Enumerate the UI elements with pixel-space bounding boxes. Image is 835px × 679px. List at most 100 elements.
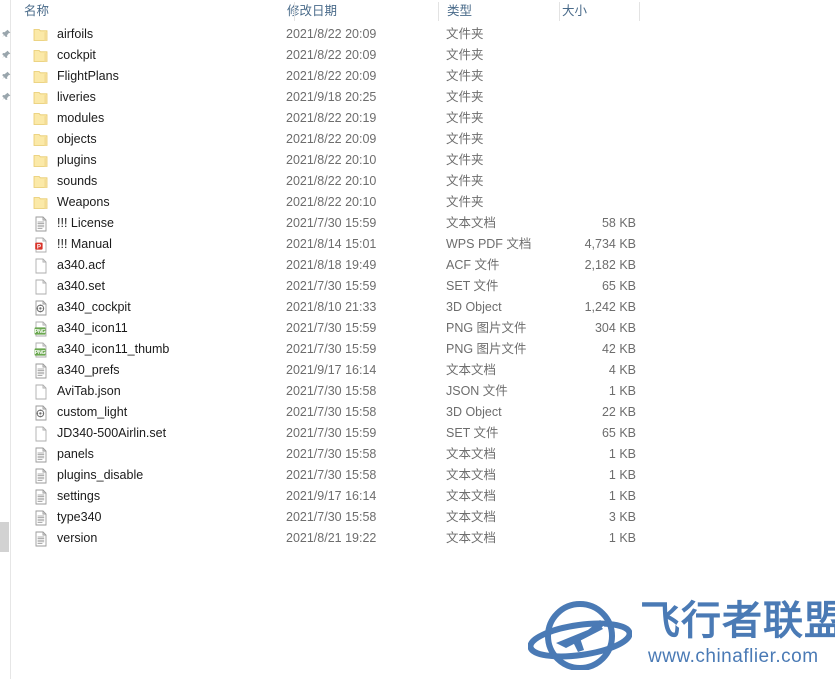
column-header-type[interactable]: 类型 (447, 0, 552, 22)
file-name-cell[interactable]: a340.acf (33, 255, 105, 276)
file-name-label: a340_icon11_thumb (57, 342, 170, 356)
file-row[interactable]: sounds 2021/8/22 20:10 文件夹 (11, 171, 835, 192)
file-row[interactable]: JD340-500Airlin.set 2021/7/30 15:59 SET 文件… (11, 423, 835, 444)
file-name-cell[interactable]: airfoils (33, 24, 93, 45)
column-divider-2[interactable] (438, 2, 439, 21)
file-name-cell[interactable]: type340 (33, 507, 101, 528)
file-date-cell: 2021/8/14 15:01 (286, 237, 377, 251)
file-size-cell: 1,242 KB (584, 300, 636, 314)
file-row[interactable]: plugins_disable 2021/7/30 15:58 文本文档 1 KB (11, 465, 835, 486)
file-row[interactable]: a340.set 2021/7/30 15:59 SET 文件 65 KB (11, 276, 835, 297)
file-row[interactable]: version 2021/8/21 19:22 文本文档 1 KB (11, 528, 835, 549)
file-name-cell[interactable]: a340_prefs (33, 360, 120, 381)
folder-icon (33, 69, 49, 85)
watermark-url: www.chinaflier.com (648, 646, 819, 667)
file-name-label: sounds (57, 174, 98, 188)
text-document-icon (33, 216, 49, 232)
file-row[interactable]: airfoils 2021/8/22 20:09 文件夹 (11, 24, 835, 45)
file-name-cell[interactable]: plugins_disable (33, 465, 143, 486)
file-name-label: Weapons (57, 195, 110, 209)
file-size-cell: 42 KB (601, 342, 636, 356)
file-name-cell[interactable]: settings (33, 486, 100, 507)
file-type-cell: 文本文档 (446, 363, 497, 377)
object-3d-icon (33, 300, 49, 316)
file-row[interactable]: Weapons 2021/8/22 20:10 文件夹 (11, 192, 835, 213)
column-header-date[interactable]: 修改日期 (287, 0, 427, 22)
file-row[interactable]: AviTab.json 2021/7/30 15:58 JSON 文件 1 KB (11, 381, 835, 402)
file-name-cell[interactable]: plugins (33, 150, 97, 171)
file-type-cell: PNG 图片文件 (446, 342, 527, 356)
file-date-cell: 2021/9/17 16:14 (286, 489, 377, 503)
file-row[interactable]: modules 2021/8/22 20:19 文件夹 (11, 108, 835, 129)
file-name-cell[interactable]: FlightPlans (33, 66, 119, 87)
file-row[interactable]: objects 2021/8/22 20:09 文件夹 (11, 129, 835, 150)
file-size-cell (543, 66, 636, 87)
file-name-cell[interactable]: sounds (33, 171, 97, 192)
pin-icon[interactable] (1, 71, 11, 83)
file-name-cell[interactable]: modules (33, 108, 104, 129)
file-name-label: cockpit (57, 48, 96, 62)
file-row[interactable]: type340 2021/7/30 15:58 文本文档 3 KB (11, 507, 835, 528)
object-3d-icon (33, 405, 49, 421)
file-row[interactable]: settings 2021/9/17 16:14 文本文档 1 KB (11, 486, 835, 507)
file-row[interactable]: cockpit 2021/8/22 20:09 文件夹 (11, 45, 835, 66)
file-date-cell: 2021/9/18 20:25 (286, 90, 377, 104)
file-type-cell: 文件夹 (446, 69, 484, 83)
file-size-cell: 1 KB (608, 384, 636, 398)
file-name-cell[interactable]: a340.set (33, 276, 105, 297)
file-size-cell: 58 KB (601, 216, 636, 230)
file-name-cell[interactable]: AviTab.json (33, 381, 121, 402)
file-type-cell: 文本文档 (446, 510, 497, 524)
file-name-cell[interactable]: custom_light (33, 402, 127, 423)
file-row[interactable]: a340_prefs 2021/9/17 16:14 文本文档 4 KB (11, 360, 835, 381)
pin-icon[interactable] (1, 92, 11, 104)
file-name-cell[interactable]: Weapons (33, 192, 110, 213)
file-type-cell: 文本文档 (446, 489, 497, 503)
file-name-cell[interactable]: objects (33, 129, 97, 150)
file-name-cell[interactable]: !!! License (33, 213, 114, 234)
file-size-cell: 65 KB (601, 426, 636, 440)
file-date-cell: 2021/7/30 15:58 (286, 468, 377, 482)
file-row[interactable]: P !!! Manual 2021/8/14 15:01 WPS PDF 文档 4,73… (11, 234, 835, 255)
file-row[interactable]: !!! License 2021/7/30 15:59 文本文档 58 KB (11, 213, 835, 234)
file-row[interactable]: plugins 2021/8/22 20:10 文件夹 (11, 150, 835, 171)
file-name-cell[interactable]: cockpit (33, 45, 96, 66)
file-row[interactable]: custom_light 2021/7/30 15:58 3D Object 22 K… (11, 402, 835, 423)
column-divider-1[interactable] (294, 2, 295, 21)
vertical-scrollbar-thumb[interactable] (0, 522, 9, 552)
file-row[interactable]: a340.acf 2021/8/18 19:49 ACF 文件 2,182 KB (11, 255, 835, 276)
file-name-cell[interactable]: JD340-500Airlin.set (33, 423, 166, 444)
file-name-label: a340_cockpit (57, 300, 131, 314)
file-name-cell[interactable]: PNG a340_icon11 (33, 318, 128, 339)
pin-icon[interactable] (1, 50, 11, 62)
file-name-cell[interactable]: PNG a340_icon11_thumb (33, 339, 169, 360)
column-divider-3[interactable] (559, 2, 560, 21)
file-row[interactable]: PNG a340_icon11_thumb 2021/7/30 15:59 PNG 图… (11, 339, 835, 360)
file-type-cell: 文件夹 (446, 174, 484, 188)
file-date-cell: 2021/9/17 16:14 (286, 363, 377, 377)
file-date-cell: 2021/8/22 20:09 (286, 132, 377, 146)
file-date-cell: 2021/7/30 15:59 (286, 279, 377, 293)
column-divider-4[interactable] (639, 2, 640, 21)
folder-icon (33, 27, 49, 43)
column-header-size[interactable]: 大小 (562, 0, 632, 22)
pdf-document-icon: P (33, 237, 49, 253)
file-row[interactable]: FlightPlans 2021/8/22 20:09 文件夹 (11, 66, 835, 87)
file-name-label: a340_prefs (57, 363, 120, 377)
file-size-cell (543, 87, 636, 108)
file-name-label: AviTab.json (57, 384, 121, 398)
file-name-cell[interactable]: panels (33, 444, 94, 465)
file-name-cell[interactable]: a340_cockpit (33, 297, 131, 318)
pin-icon[interactable] (1, 29, 11, 41)
file-size-cell (543, 192, 636, 213)
file-name-cell[interactable]: liveries (33, 87, 96, 108)
file-name-cell[interactable]: version (33, 528, 97, 549)
file-row[interactable]: liveries 2021/9/18 20:25 文件夹 (11, 87, 835, 108)
column-header-name[interactable]: 名称 (24, 0, 284, 22)
file-name-cell[interactable]: P !!! Manual (33, 234, 112, 255)
file-row[interactable]: a340_cockpit 2021/8/10 21:33 3D Object 1,24… (11, 297, 835, 318)
file-row[interactable]: PNG a340_icon11 2021/7/30 15:59 PNG 图片文件 304… (11, 318, 835, 339)
file-name-label: a340.set (57, 279, 105, 293)
file-row[interactable]: panels 2021/7/30 15:58 文本文档 1 KB (11, 444, 835, 465)
png-image-icon: PNG (33, 342, 49, 358)
